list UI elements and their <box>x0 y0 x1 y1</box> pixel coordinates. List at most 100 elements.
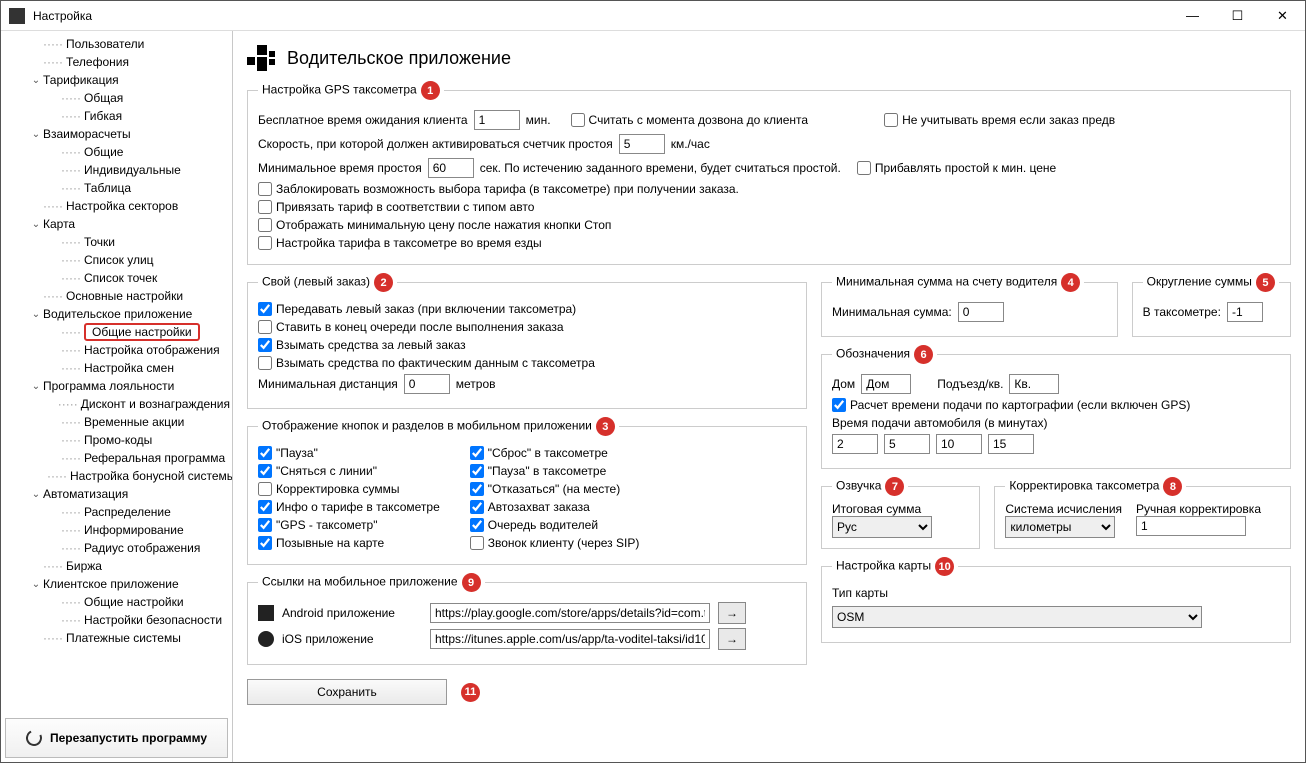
tree-item-label: Индивидуальные <box>84 163 181 177</box>
count-from-call-check[interactable] <box>571 113 585 127</box>
tree-item-label: Клиентское приложение <box>43 577 179 591</box>
system-select[interactable]: километры <box>1005 516 1115 538</box>
tree-item-label: Радиус отображения <box>84 541 200 555</box>
ignore-time-check[interactable] <box>884 113 898 127</box>
tree-item[interactable]: ·····Промо-коды <box>7 431 232 449</box>
map-type-select[interactable]: OSM <box>832 606 1202 628</box>
btn-queue-check[interactable] <box>470 518 484 532</box>
android-go-button[interactable]: → <box>718 602 746 624</box>
tree-item-label: Основные настройки <box>66 289 183 303</box>
tree-item[interactable]: ·····Список точек <box>7 269 232 287</box>
min-idle-input[interactable] <box>428 158 474 178</box>
charge-label: Взымать средства за левый заказ <box>276 338 466 352</box>
add-idle-check[interactable] <box>857 161 871 175</box>
tree-item[interactable]: ⌄Взаиморасчеты <box>7 125 232 143</box>
tree-item[interactable]: ·····Настройка отображения <box>7 341 232 359</box>
restart-button[interactable]: Перезапустить программу <box>5 718 228 758</box>
lock-tariff-check[interactable] <box>258 182 272 196</box>
tree-item[interactable]: ·····Настройка смен <box>7 359 232 377</box>
chevron-down-icon: ⌄ <box>29 219 43 230</box>
tree-item[interactable]: ·····Информирование <box>7 521 232 539</box>
min-sum-input[interactable] <box>958 302 1004 322</box>
btn-gpstax-check[interactable] <box>258 518 272 532</box>
btn-sip-check[interactable] <box>470 536 484 550</box>
arrival-t1[interactable] <box>832 434 878 454</box>
ios-url-input[interactable] <box>430 629 710 649</box>
maximize-button[interactable]: ☐ <box>1215 1 1260 30</box>
btn-autograb-check[interactable] <box>470 500 484 514</box>
tree-item[interactable]: ·····Реферальная программа <box>7 449 232 467</box>
android-icon <box>258 605 274 621</box>
tree-item[interactable]: ·····Гибкая <box>7 107 232 125</box>
nav-tree[interactable]: ·····Пользователи·····Телефония⌄Тарифика… <box>1 31 232 714</box>
tree-item[interactable]: ·····Настройки безопасности <box>7 611 232 629</box>
btn-decline-check[interactable] <box>470 482 484 496</box>
tree-item[interactable]: ·····Дисконт и вознаграждения <box>7 395 232 413</box>
queue-end-check[interactable] <box>258 320 272 334</box>
btn-tariffinfo-check[interactable] <box>258 500 272 514</box>
tree-item[interactable]: ·····Настройка секторов <box>7 197 232 215</box>
rounding-legend: Округление суммы <box>1147 275 1252 289</box>
btn-pause-check[interactable] <box>258 446 272 460</box>
chevron-down-icon: ⌄ <box>29 75 43 86</box>
house-input[interactable] <box>861 374 911 394</box>
save-button[interactable]: Сохранить <box>247 679 447 705</box>
transmit-check[interactable] <box>258 302 272 316</box>
android-url-input[interactable] <box>430 603 710 623</box>
ios-go-button[interactable]: → <box>718 628 746 650</box>
bind-tariff-check[interactable] <box>258 200 272 214</box>
speed-input[interactable] <box>619 134 665 154</box>
show-min-price-check[interactable] <box>258 218 272 232</box>
tree-item[interactable]: ·····Распределение <box>7 503 232 521</box>
close-button[interactable]: ✕ <box>1260 1 1305 30</box>
btn-pausetax-check[interactable] <box>470 464 484 478</box>
tree-item[interactable]: ⌄Клиентское приложение <box>7 575 232 593</box>
tree-item[interactable]: ·····Общие <box>7 143 232 161</box>
system-label: Система исчисления <box>1005 502 1122 516</box>
tree-item[interactable]: ·····Общие настройки <box>7 323 232 341</box>
tree-item[interactable]: ·····Точки <box>7 233 232 251</box>
rounding-input[interactable] <box>1227 302 1263 322</box>
min-idle-unit: сек. По истечению заданного времени, буд… <box>480 161 841 175</box>
arrival-t2[interactable] <box>884 434 930 454</box>
restart-label: Перезапустить программу <box>50 731 207 745</box>
tree-item[interactable]: ·····Радиус отображения <box>7 539 232 557</box>
tree-item[interactable]: ·····Таблица <box>7 179 232 197</box>
btn-reset-check[interactable] <box>470 446 484 460</box>
tree-item[interactable]: ⌄Программа лояльности <box>7 377 232 395</box>
free-wait-input[interactable] <box>474 110 520 130</box>
tree-item[interactable]: ·····Общие настройки <box>7 593 232 611</box>
calc-by-map-check[interactable] <box>832 398 846 412</box>
arrival-t4[interactable] <box>988 434 1034 454</box>
apple-icon <box>258 631 274 647</box>
manual-input[interactable] <box>1136 516 1246 536</box>
lock-tariff-label: Заблокировать возможность выбора тарифа … <box>276 182 739 196</box>
tree-item[interactable]: ·····Индивидуальные <box>7 161 232 179</box>
tree-item[interactable]: ⌄Карта <box>7 215 232 233</box>
restart-icon <box>24 728 45 749</box>
charge-actual-check[interactable] <box>258 356 272 370</box>
tree-item[interactable]: ·····Основные настройки <box>7 287 232 305</box>
tree-item[interactable]: ·····Общая <box>7 89 232 107</box>
btn-callsigns-check[interactable] <box>258 536 272 550</box>
voice-total-select[interactable]: Рус <box>832 516 932 538</box>
badge-5: 5 <box>1256 273 1275 292</box>
entrance-input[interactable] <box>1009 374 1059 394</box>
tree-item[interactable]: ⌄Тарификация <box>7 71 232 89</box>
tariff-moving-check[interactable] <box>258 236 272 250</box>
tree-item[interactable]: ·····Временные акции <box>7 413 232 431</box>
tree-item[interactable]: ·····Платежные системы <box>7 629 232 647</box>
tree-item[interactable]: ·····Биржа <box>7 557 232 575</box>
tree-item[interactable]: ·····Настройка бонусной системы <box>7 467 232 485</box>
charge-check[interactable] <box>258 338 272 352</box>
tree-item[interactable]: ·····Список улиц <box>7 251 232 269</box>
tree-item[interactable]: ⌄Автоматизация <box>7 485 232 503</box>
arrival-t3[interactable] <box>936 434 982 454</box>
tree-item[interactable]: ·····Пользователи <box>7 35 232 53</box>
btn-offline-check[interactable] <box>258 464 272 478</box>
min-dist-input[interactable] <box>404 374 450 394</box>
minimize-button[interactable]: — <box>1170 1 1215 30</box>
btn-sumcorr-check[interactable] <box>258 482 272 496</box>
tree-item[interactable]: ·····Телефония <box>7 53 232 71</box>
tree-item[interactable]: ⌄Водительское приложение <box>7 305 232 323</box>
